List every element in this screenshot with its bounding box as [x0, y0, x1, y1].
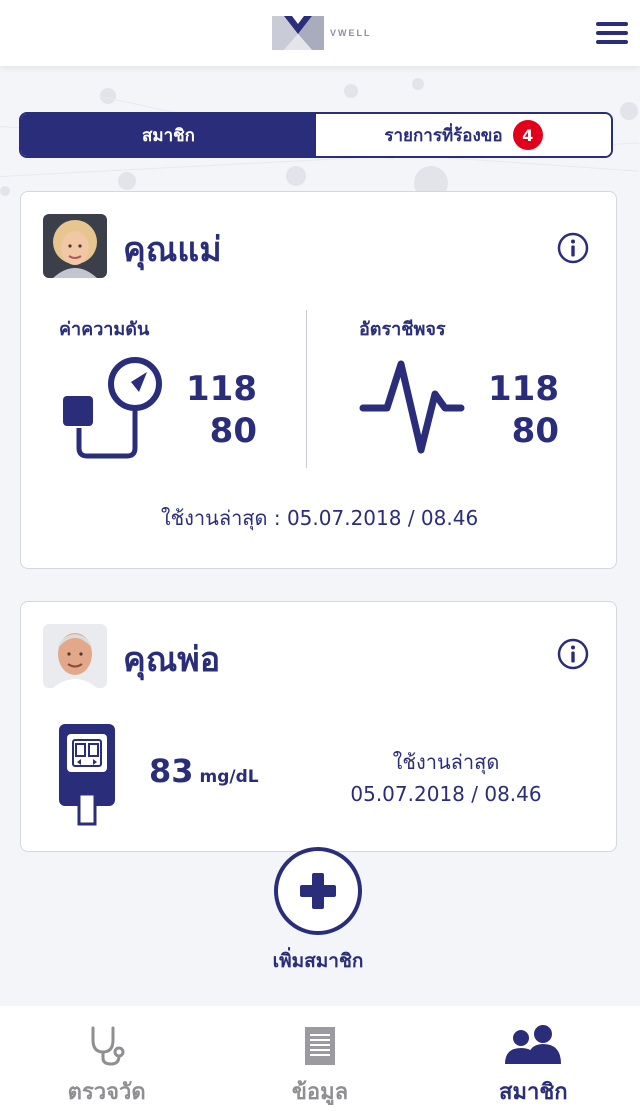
blood-pressure-label: ค่าความดัน	[59, 319, 150, 340]
tab-members-label: สมาชิก	[142, 125, 195, 146]
document-icon	[304, 1027, 335, 1065]
glucose-meter-icon	[59, 724, 115, 826]
hamburger-menu-icon[interactable]	[596, 22, 628, 46]
add-member-label[interactable]: เพิ่มสมาชิก	[218, 946, 418, 976]
glucose-reading: 83 mg/dL	[149, 752, 259, 790]
avatar	[43, 624, 107, 688]
info-icon[interactable]	[557, 638, 589, 670]
heart-rate-top-value: 118	[488, 369, 559, 409]
member-name: คุณแม่	[123, 230, 222, 270]
last-used-block: ใช้งานล่าสุด 05.07.2018 / 08.46	[321, 746, 571, 810]
tab-requests[interactable]: รายการที่ร้องขอ 4	[316, 114, 611, 156]
logo-text: VWELL	[330, 28, 372, 38]
glucose-unit: mg/dL	[199, 767, 259, 787]
last-used-label: ใช้งานล่าสุด	[392, 750, 500, 774]
nav-measure-label: ตรวจวัด	[67, 1080, 146, 1105]
diastolic-value: 80	[209, 411, 257, 451]
info-icon[interactable]	[557, 232, 589, 264]
requests-count-badge: 4	[512, 120, 543, 150]
avatar-mother-icon	[43, 214, 107, 278]
logo-mark-icon	[272, 16, 324, 50]
nav-measure[interactable]: ตรวจวัด	[0, 1006, 213, 1114]
blood-pressure-monitor-icon	[63, 357, 162, 459]
plus-icon	[300, 873, 336, 909]
avatar-father-icon	[43, 624, 107, 688]
metric-divider	[306, 310, 307, 468]
glucose-value: 83	[149, 752, 194, 790]
heart-rate-label: อัตราชีพจร	[359, 319, 446, 340]
member-card-father[interactable]: คุณพ่อ 83 mg/dL ใช้งานล่าสุด 05.07.2018 /…	[20, 601, 617, 852]
avatar	[43, 214, 107, 278]
tab-members[interactable]: สมาชิก	[21, 114, 316, 156]
segment-tabs: สมาชิก รายการที่ร้องขอ 4	[19, 112, 613, 158]
bottom-navigation: ตรวจวัด ข้อมูล สมาชิก	[0, 1006, 640, 1114]
nav-info[interactable]: ข้อมูล	[213, 1006, 426, 1114]
member-card-mother[interactable]: คุณแม่ ค่าความดัน 118 80 อัตราชีพจร 118 …	[20, 191, 617, 569]
member-name: คุณพ่อ	[123, 640, 221, 680]
nav-info-label: ข้อมูล	[291, 1080, 349, 1105]
heart-rate-bottom-value: 80	[511, 411, 559, 451]
nav-members-label: สมาชิก	[499, 1080, 568, 1105]
users-icon	[505, 1025, 562, 1064]
systolic-value: 118	[186, 369, 257, 409]
add-member-button[interactable]	[274, 847, 362, 935]
last-used-text: ใช้งานล่าสุด : 05.07.2018 / 08.46	[160, 506, 479, 530]
last-used-value: 05.07.2018 / 08.46	[350, 782, 542, 806]
tab-requests-label: รายการที่ร้องขอ	[384, 125, 503, 146]
stethoscope-icon	[91, 1026, 125, 1066]
heartbeat-pulse-icon	[359, 360, 465, 454]
vwell-logo: VWELL	[270, 12, 390, 54]
app-header: VWELL	[0, 0, 640, 66]
nav-members[interactable]: สมาชิก	[427, 1006, 640, 1114]
